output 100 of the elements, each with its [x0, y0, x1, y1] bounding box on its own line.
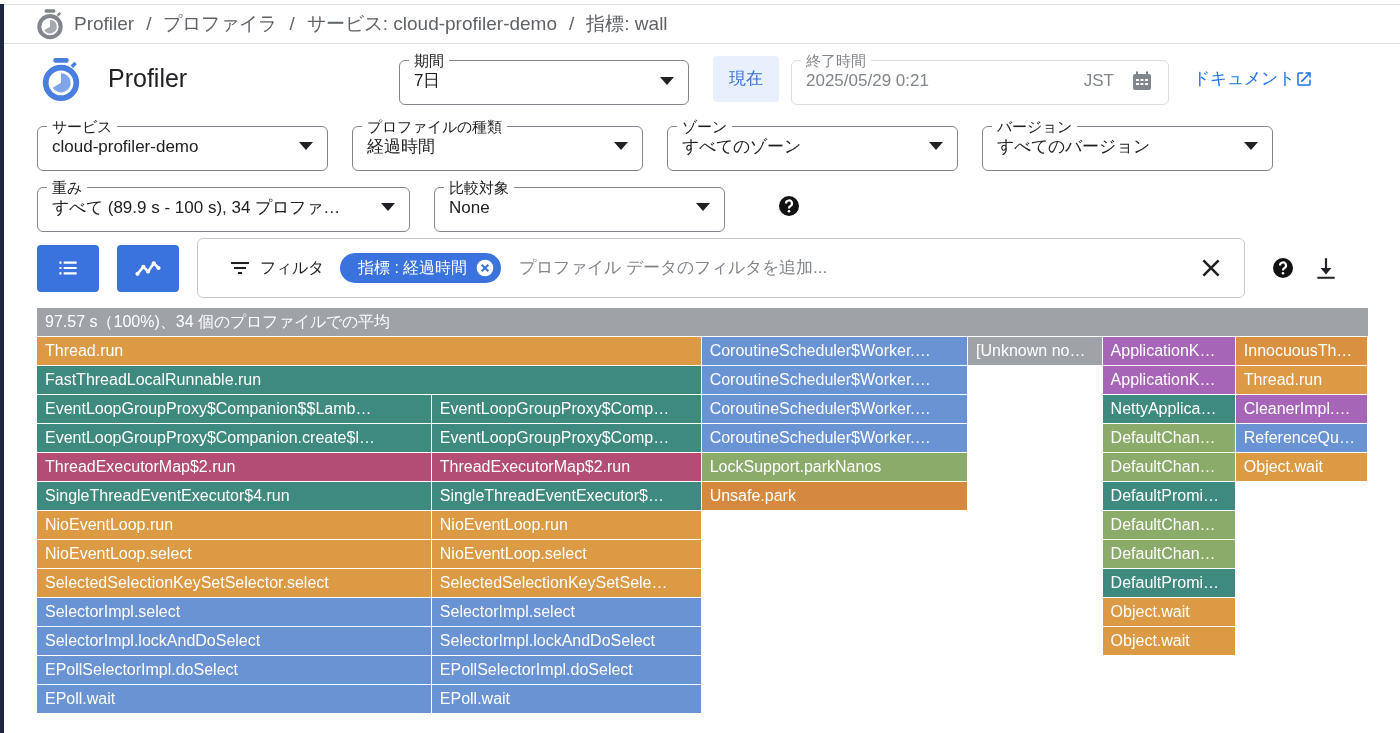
dropdown[interactable]: バージョン すべてのバージョン [982, 118, 1273, 171]
flame-frame[interactable]: DefaultChan… [1102, 453, 1236, 482]
time-value: 2025/05/29 0:21 [806, 70, 930, 92]
flame-frame[interactable]: EventLoopGroupProxy$Companion$$Lamb… [37, 395, 432, 424]
flame-frame[interactable]: Thread.run [1235, 366, 1368, 395]
caret-icon [929, 142, 943, 151]
close-icon[interactable] [475, 258, 496, 278]
flame-frame[interactable]: EventLoopGroupProxy$Comp… [431, 424, 702, 453]
dropdown[interactable]: 比較対象 None [434, 179, 725, 232]
field-label: バージョン [996, 118, 1073, 134]
filter-label: フィルタ [260, 258, 324, 278]
flame-frame[interactable]: SelectedSelectionKeySetSelector.select [37, 569, 432, 598]
selected-value: None [449, 196, 490, 219]
timezone-label: JST [1083, 70, 1114, 92]
flame-frame[interactable]: SelectorImpl.lockAndDoSelect [37, 627, 432, 656]
selected-value: すべてのゾーン [682, 135, 801, 158]
flame-frame[interactable]: SingleThreadEventExecutor$… [431, 482, 702, 511]
field-label: プロファイルの種類 [366, 118, 503, 134]
help-icon[interactable] [1271, 256, 1295, 280]
stopwatch-logo-icon [34, 8, 66, 40]
breadcrumb-separator: / [146, 11, 152, 36]
selected-value: すべてのバージョン [997, 135, 1150, 158]
flame-frame[interactable]: ApplicationK… [1102, 366, 1236, 395]
caret-icon [1244, 142, 1258, 151]
external-link-icon [1295, 70, 1313, 88]
flame-frame[interactable]: ApplicationK… [1102, 337, 1236, 366]
selected-value: 経過時間 [367, 135, 435, 158]
link-text: ドキュメント [1193, 68, 1295, 91]
now-button[interactable]: 現在 [713, 56, 779, 102]
dropdown[interactable]: プロファイルの種類 経過時間 [352, 118, 643, 171]
breadcrumb-item[interactable]: サービス: cloud-profiler-demo [306, 9, 557, 39]
flame-frame[interactable]: Object.wait [1235, 453, 1368, 482]
flame-frame[interactable]: CleanerImpl.… [1235, 395, 1368, 424]
flame-frame[interactable]: NioEventLoop.select [37, 540, 432, 569]
caret-icon [660, 76, 674, 85]
flame-frame[interactable]: DefaultChan… [1102, 424, 1236, 453]
flame-frame[interactable]: EventLoopGroupProxy$Companion.create$l… [37, 424, 432, 453]
flame-frame[interactable]: SelectorImpl.select [37, 598, 432, 627]
dropdown[interactable]: ゾーン すべてのゾーン [667, 118, 958, 171]
flame-frame[interactable]: EPoll.wait [37, 685, 432, 714]
breadcrumb-item[interactable]: 指標: wall [586, 9, 668, 39]
caret-icon [614, 142, 628, 151]
selected-value: 7日 [414, 70, 441, 92]
flame-frame[interactable]: DefaultChan… [1102, 540, 1236, 569]
flame-frame[interactable]: SelectorImpl.lockAndDoSelect [431, 627, 702, 656]
flame-frame[interactable]: Object.wait [1102, 598, 1236, 627]
field-label: 比較対象 [448, 179, 510, 195]
flame-frame[interactable]: CoroutineScheduler$Worker.… [701, 337, 969, 366]
breadcrumb-item[interactable]: プロファイラ [163, 9, 278, 39]
flame-frame[interactable]: ThreadExecutorMap$2.run [37, 453, 432, 482]
breadcrumb-separator: / [569, 11, 575, 36]
flame-frame[interactable]: FastThreadLocalRunnable.run [37, 366, 702, 395]
flame-frame[interactable]: SelectorImpl.select [431, 598, 702, 627]
flame-frame[interactable]: EventLoopGroupProxy$Comp… [431, 395, 702, 424]
dropdown[interactable]: サービス cloud-profiler-demo [37, 118, 328, 171]
breadcrumb-separator: / [289, 11, 295, 36]
help-icon[interactable] [777, 193, 801, 218]
flame-frame[interactable]: NioEventLoop.run [431, 511, 702, 540]
filter-field[interactable]: フィルタ 指標 : 経過時間 プロファイル データのフィルタを追加... [197, 238, 1245, 298]
flame-frame[interactable]: CoroutineScheduler$Worker.… [701, 395, 969, 424]
field-label: 終了時間 [805, 53, 867, 68]
flame-frame[interactable]: 97.57 s（100%)、34 個のプロファイルでの平均 [37, 308, 1369, 337]
flame-frame[interactable]: Thread.run [37, 337, 702, 366]
field-label: ゾーン [681, 118, 728, 134]
flame-frame[interactable]: ReferenceQu… [1235, 424, 1368, 453]
flame-frame[interactable]: ThreadExecutorMap$2.run [431, 453, 702, 482]
dropdown[interactable]: 重み すべて (89.9 s - 100 s), 34 プロファ… [37, 179, 410, 232]
caret-icon [696, 203, 710, 212]
flame-frame[interactable]: InnocuousTh… [1235, 337, 1368, 366]
flame-frame[interactable]: LockSupport.parkNanos [701, 453, 969, 482]
caret-icon [381, 203, 395, 212]
documentation-link[interactable]: ドキュメント [1193, 66, 1313, 92]
chart-view-button[interactable] [117, 244, 179, 292]
flame-frame[interactable]: NioEventLoop.run [37, 511, 432, 540]
flame-frame[interactable]: NioEventLoop.select [431, 540, 702, 569]
flame-frame[interactable]: CoroutineScheduler$Worker.… [701, 366, 969, 395]
filter-chip[interactable]: 指標 : 経過時間 [340, 253, 502, 283]
flame-frame[interactable]: EPollSelectorImpl.doSelect [37, 656, 432, 685]
selected-value: cloud-profiler-demo [52, 135, 199, 158]
flame-frame[interactable]: EPoll.wait [431, 685, 702, 714]
field-label: サービス [51, 118, 113, 134]
flame-frame[interactable]: [Unknown no… [968, 337, 1103, 366]
list-view-button[interactable] [37, 244, 99, 292]
flame-frame[interactable]: DefaultPromi… [1102, 569, 1236, 598]
breadcrumb-item[interactable]: Profiler [74, 9, 135, 39]
field-label: 重み [51, 179, 83, 195]
flame-frame[interactable]: SingleThreadEventExecutor$4.run [37, 482, 432, 511]
flame-frame[interactable]: Object.wait [1102, 627, 1236, 656]
flame-frame[interactable]: Unsafe.park [701, 482, 969, 511]
caret-icon [299, 142, 313, 151]
period-dropdown[interactable]: 期間 7日 [399, 53, 689, 105]
flame-frame[interactable]: DefaultChan… [1102, 511, 1236, 540]
app-title: Profiler [108, 63, 189, 95]
flame-frame[interactable]: EPollSelectorImpl.doSelect [431, 656, 702, 685]
flame-frame[interactable]: NettyApplica… [1102, 395, 1236, 424]
flame-frame[interactable]: CoroutineScheduler$Worker.… [701, 424, 969, 453]
chip-text: 指標 : 経過時間 [358, 258, 468, 278]
selected-value: すべて (89.9 s - 100 s), 34 プロファ… [52, 196, 341, 219]
flame-frame[interactable]: SelectedSelectionKeySetSele… [431, 569, 702, 598]
flame-frame[interactable]: DefaultPromi… [1102, 482, 1236, 511]
